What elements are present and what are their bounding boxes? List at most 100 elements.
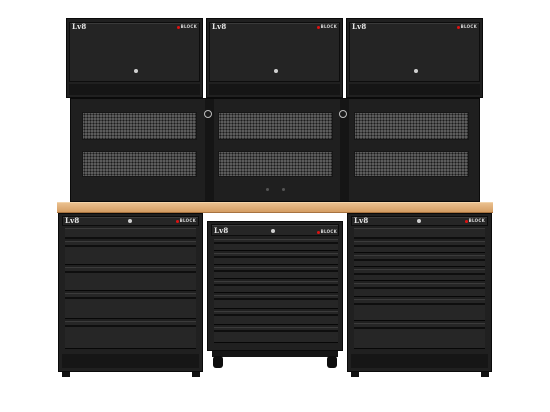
base-cabinet-left: Lv8 BLOCK xyxy=(58,213,203,372)
logo-text: Lv8 xyxy=(354,216,369,225)
drawer-handle xyxy=(354,287,485,289)
pegboard-upper xyxy=(82,112,197,140)
cabinet-lower-panel xyxy=(349,84,480,95)
caster-wheel-icon xyxy=(213,356,223,368)
logo-mark-icon xyxy=(175,219,179,223)
drawer-handle xyxy=(65,237,196,239)
drawer[interactable] xyxy=(214,295,338,309)
logo-text: Lv8 xyxy=(65,216,80,225)
drawer-handle xyxy=(354,237,485,239)
cable-port-icon xyxy=(266,188,269,191)
drawer[interactable] xyxy=(354,241,485,253)
cabinet-foot xyxy=(481,372,489,377)
cabinet-plinth xyxy=(62,354,199,368)
cabinet-foot xyxy=(351,372,359,377)
base-cabinet-right: Lv8 BLOCK xyxy=(347,213,492,372)
cabinet-lower-panel xyxy=(69,84,200,95)
drawer-handle xyxy=(214,284,338,286)
drawer[interactable] xyxy=(65,321,196,349)
drawer[interactable] xyxy=(354,228,485,239)
pegboard-lower xyxy=(82,151,197,177)
logo-mark-icon xyxy=(464,219,468,223)
brand-text: BLOCK xyxy=(176,24,197,29)
logo-text: Lv8 xyxy=(214,226,229,235)
cabinet-foot xyxy=(62,372,70,377)
drawer[interactable] xyxy=(214,253,338,265)
power-outlet-icon[interactable] xyxy=(204,110,212,118)
drawer-handle xyxy=(214,314,338,316)
drawer-handle xyxy=(354,273,485,275)
logo-text: Lv8 xyxy=(352,22,367,31)
pegboard-upper xyxy=(218,112,333,140)
drawer[interactable] xyxy=(354,299,485,321)
logo-text: Lv8 xyxy=(72,22,87,31)
drawer[interactable] xyxy=(214,327,338,343)
wall-cabinet-right: Lv8 BLOCK xyxy=(346,18,483,98)
drawer-handle xyxy=(214,256,338,258)
logo-mark-icon xyxy=(316,25,320,29)
drawer-handle xyxy=(214,298,338,300)
drawer[interactable] xyxy=(214,267,338,279)
lock-icon[interactable] xyxy=(417,219,421,223)
drawer[interactable] xyxy=(65,228,196,239)
lock-icon[interactable] xyxy=(274,69,278,73)
lock-icon[interactable] xyxy=(414,69,418,73)
wooden-worktop xyxy=(57,202,493,213)
cabinet-door[interactable] xyxy=(69,22,200,82)
pegboard-lower xyxy=(218,151,333,177)
logo-mark-icon xyxy=(456,25,460,29)
drawer[interactable] xyxy=(214,311,338,325)
drawer-handle xyxy=(354,327,485,329)
caster-wheel-icon xyxy=(327,356,337,368)
brand-text: BLOCK xyxy=(175,218,196,223)
brand-label: BLOCK xyxy=(179,218,196,223)
drawer-handle xyxy=(214,270,338,272)
drawer-handle xyxy=(354,259,485,261)
lock-icon[interactable] xyxy=(128,219,132,223)
brand-label: BLOCK xyxy=(180,24,197,29)
drawer[interactable] xyxy=(354,323,485,349)
drawer-handle xyxy=(65,271,196,273)
brand-label: BLOCK xyxy=(320,24,337,29)
logo-text: Lv8 xyxy=(212,22,227,31)
drawer[interactable] xyxy=(354,269,485,281)
pegboard-back-panel xyxy=(70,98,480,202)
drawer-handle xyxy=(214,242,338,244)
pegboard-upper xyxy=(354,112,469,140)
wall-cabinet-middle: Lv8 BLOCK xyxy=(206,18,343,98)
brand-label: BLOCK xyxy=(468,218,485,223)
drawer[interactable] xyxy=(65,241,196,265)
drawer[interactable] xyxy=(65,293,196,319)
drawer[interactable] xyxy=(214,281,338,293)
brand-label: BLOCK xyxy=(320,229,337,234)
cabinet-door[interactable] xyxy=(349,22,480,82)
brand-label: BLOCK xyxy=(460,24,477,29)
power-outlet-icon[interactable] xyxy=(339,110,347,118)
cable-port-icon xyxy=(282,188,285,191)
caster-bracket xyxy=(212,351,338,357)
brand-text: BLOCK xyxy=(456,24,477,29)
drawer[interactable] xyxy=(65,267,196,291)
drawer-handle xyxy=(65,245,196,247)
cabinet-foot xyxy=(192,372,200,377)
drawer[interactable] xyxy=(354,283,485,297)
cabinet-plinth xyxy=(351,354,488,368)
rolling-tool-chest: Lv8 BLOCK xyxy=(207,221,343,351)
drawer[interactable] xyxy=(354,255,485,267)
brand-text: BLOCK xyxy=(316,229,337,234)
pegboard-lower xyxy=(354,151,469,177)
drawer-handle xyxy=(65,325,196,327)
logo-mark-icon xyxy=(176,25,180,29)
drawer[interactable] xyxy=(214,239,338,251)
drawer-handle xyxy=(214,330,338,332)
logo-mark-icon xyxy=(316,230,320,234)
lock-icon[interactable] xyxy=(134,69,138,73)
brand-text: BLOCK xyxy=(464,218,485,223)
lock-icon[interactable] xyxy=(271,229,275,233)
wall-cabinet-left: Lv8 BLOCK xyxy=(66,18,203,98)
drawer-handle xyxy=(354,303,485,305)
drawer-handle xyxy=(354,245,485,247)
drawer-handle xyxy=(65,297,196,299)
cabinet-lower-panel xyxy=(209,84,340,95)
cabinet-door[interactable] xyxy=(209,22,340,82)
